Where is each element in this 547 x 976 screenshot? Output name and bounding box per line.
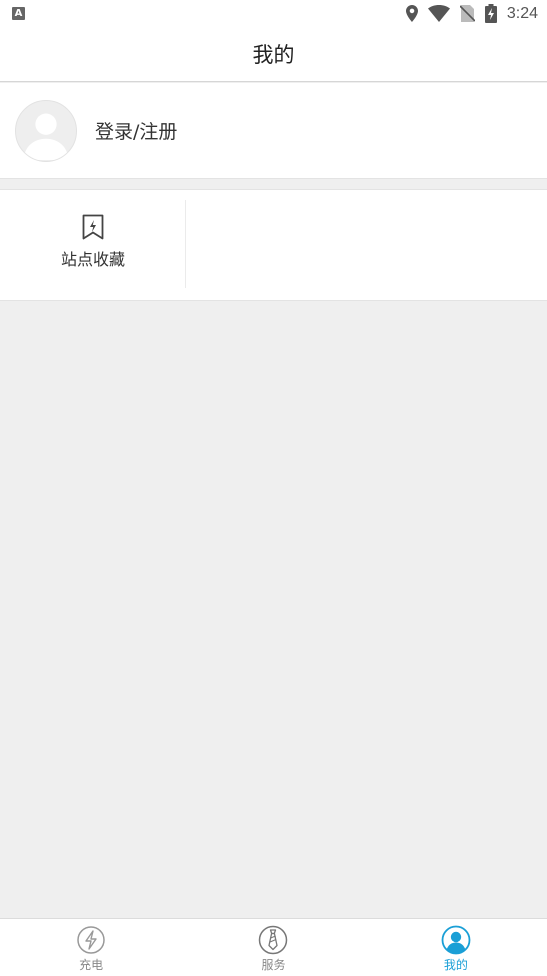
- wifi-icon: [427, 5, 450, 22]
- shortcut-panel: 站点收藏: [0, 189, 547, 301]
- status-time: 3:24: [506, 4, 538, 22]
- location-icon: [405, 5, 418, 22]
- favorite-stations-label: 站点收藏: [60, 250, 125, 269]
- user-icon: [441, 925, 471, 955]
- page-title: 我的: [252, 43, 295, 67]
- favorite-stations-button[interactable]: 站点收藏: [0, 190, 186, 300]
- bottom-tab-bar: 充电 服务 我的: [0, 918, 547, 976]
- status-bar: A 3:24: [0, 0, 547, 27]
- profile-login-row[interactable]: 登录/注册: [0, 83, 547, 179]
- title-bar: 我的: [0, 27, 547, 82]
- tab-charge[interactable]: 充电: [0, 919, 182, 976]
- tie-icon: [259, 925, 288, 955]
- bookmark-bolt-icon: [82, 214, 104, 240]
- default-avatar-icon[interactable]: [15, 99, 77, 162]
- tab-service[interactable]: 服务: [182, 919, 364, 976]
- app-notification-icon: A: [12, 7, 25, 20]
- login-register-link[interactable]: 登录/注册: [95, 117, 177, 144]
- charge-icon: [77, 926, 105, 954]
- tab-service-label: 服务: [261, 958, 286, 972]
- no-sim-icon: [459, 5, 475, 22]
- tab-mine[interactable]: 我的: [365, 919, 547, 976]
- battery-charging-icon: [484, 4, 497, 23]
- tab-mine-label: 我的: [443, 958, 468, 972]
- tab-charge-label: 充电: [79, 958, 104, 972]
